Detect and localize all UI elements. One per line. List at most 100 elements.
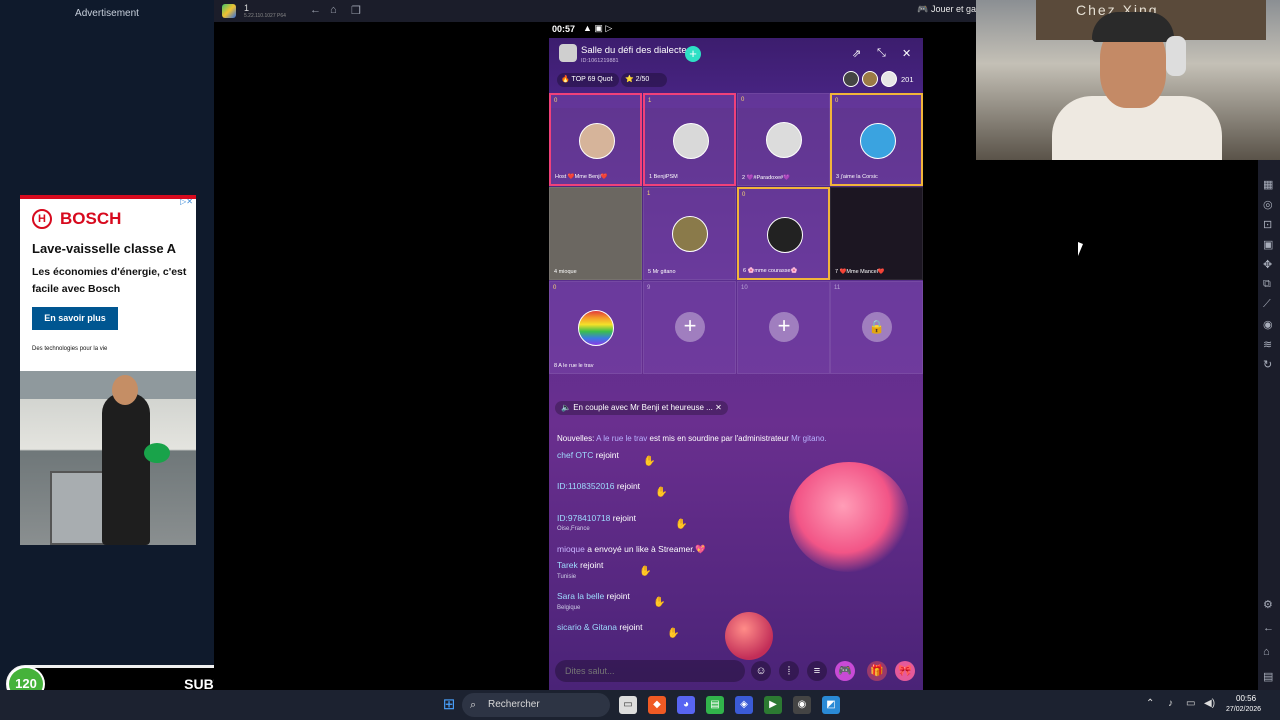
obs-icon[interactable]: ◉ (793, 696, 811, 714)
viewer-avatar[interactable] (843, 71, 859, 87)
microphone-icon[interactable]: ♪ (1168, 698, 1173, 709)
spreadsheet-icon[interactable]: ▤ (706, 696, 724, 714)
record-icon[interactable]: ◎ (1263, 198, 1273, 211)
seat-number: 11 (834, 285, 841, 291)
play-icon[interactable]: ▶ (764, 696, 782, 714)
seat[interactable]: 0 Host ❤️Mme Benji❤️ (549, 93, 642, 186)
layers-icon[interactable]: ≋ (1263, 338, 1272, 351)
play-and-earn-button[interactable]: 🎮 Jouer et ga (917, 4, 976, 15)
seat[interactable]: 0 3 j'aime la Corsic (830, 93, 923, 186)
game-icon[interactable]: 🎮 (835, 661, 855, 681)
search-icon: ⌕ (470, 699, 477, 711)
seat-avatar (578, 310, 614, 346)
seat[interactable]: 0 8 A le rue le trav (549, 281, 642, 374)
file-explorer-icon[interactable]: ▭ (619, 696, 637, 714)
phone-screen: 00:57 ▲ ▣ ▷ Salle du défi des dialectes … (549, 22, 923, 690)
home-icon[interactable]: ⌂ (330, 4, 337, 16)
seat-empty[interactable]: 10 + (737, 281, 830, 374)
ad-choices-icon[interactable]: ▷✕ (180, 197, 193, 206)
screenshot-icon[interactable]: ▦ (1263, 178, 1273, 191)
volume-icon[interactable]: ◀) (1204, 698, 1215, 709)
chat-user[interactable]: Tarek (557, 560, 578, 570)
fans-badge[interactable]: ⭐ 2/50 (621, 73, 667, 87)
wave-icon[interactable]: ✋ (655, 487, 667, 498)
box-icon[interactable]: 🎁 (867, 661, 887, 681)
clock-date[interactable]: 27/02/2026 (1226, 706, 1261, 713)
notice-user[interactable]: A le rue le trav (596, 434, 647, 443)
app-icon[interactable]: ◩ (822, 696, 840, 714)
join-seat-icon[interactable]: + (675, 312, 705, 342)
chat-user[interactable]: ID:978410718 (557, 513, 610, 523)
settings-icon[interactable]: ⚙ (1263, 598, 1273, 611)
seat[interactable]: 7 ❤️Mme Mancel❤️ (830, 187, 923, 280)
clock-time[interactable]: 00:56 (1236, 694, 1256, 703)
room-avatar[interactable] (559, 44, 577, 62)
viewer-avatar[interactable] (881, 71, 897, 87)
seat-locked[interactable]: 11 🔒 (830, 281, 923, 374)
chat-user[interactable]: ID:1108352016 (557, 481, 615, 491)
seat[interactable]: 0 2 💜#Paradoxe#💜 (737, 93, 830, 186)
menu-icon[interactable]: ≡ (807, 661, 827, 681)
sync-icon[interactable]: ↻ (1263, 358, 1272, 371)
gift-icon[interactable]: 🎀 (895, 661, 915, 681)
ad-photo-head (112, 375, 138, 405)
eco-icon[interactable]: ⟋ (1263, 298, 1271, 311)
seat[interactable]: 0 6 🌸mme courasse🌸 (737, 187, 830, 280)
seat-empty[interactable]: 9 + (643, 281, 736, 374)
follow-room-button[interactable]: + (685, 46, 701, 62)
android-recent-icon[interactable]: ▤ (1263, 670, 1273, 683)
join-seat-icon[interactable]: + (769, 312, 799, 342)
gallery-icon[interactable]: ▣ (1263, 238, 1273, 251)
emulator-taskbar-icon[interactable]: ◈ (735, 696, 753, 714)
taskbar-search[interactable]: ⌕ Rechercher (462, 693, 610, 717)
notice-admin[interactable]: Mr gitano. (791, 434, 827, 443)
close-icon[interactable]: ✕ (902, 47, 911, 60)
chat-user[interactable]: Sara la belle (557, 591, 604, 601)
minimize-icon[interactable]: ⤡ (877, 47, 886, 60)
rank-badge[interactable]: 🔥 TOP 69 Quot (557, 73, 619, 87)
windows-icon[interactable]: ❐ (351, 4, 361, 17)
android-home-icon[interactable]: ⌂ (1263, 646, 1270, 658)
seat-number: 0 (553, 285, 557, 291)
display-icon[interactable]: ▭ (1186, 698, 1195, 709)
seat[interactable]: 4 mioque (549, 187, 642, 280)
mic-icon[interactable]: ⦙ (779, 661, 799, 681)
location-icon[interactable]: ◉ (1263, 318, 1273, 331)
discord-icon[interactable]: ◕ (677, 696, 695, 714)
wave-icon[interactable]: ✋ (653, 597, 665, 608)
seat-name: 2 💜#Paradoxe#💜 (742, 175, 790, 181)
emoji-icon[interactable]: ☺ (751, 661, 771, 681)
taskbar-search-label: Rechercher (488, 699, 540, 710)
share-icon[interactable]: ⇗ (852, 47, 861, 60)
chat-input[interactable] (555, 660, 745, 682)
brave-icon[interactable]: ◆ (648, 696, 666, 714)
viewer-count[interactable]: 201 (901, 75, 914, 84)
wave-icon[interactable]: ✋ (639, 566, 651, 577)
chat-message: chef OTC rejoint (557, 450, 619, 460)
viewer-avatar[interactable] (862, 71, 878, 87)
copy-icon[interactable]: ⧉ (1263, 278, 1271, 291)
android-back-icon[interactable]: ← (1263, 622, 1274, 634)
seat[interactable]: 1 5 Mr gitano (643, 187, 736, 280)
chat-message: ID:1108352016 rejoint (557, 481, 640, 491)
wave-icon[interactable]: ✋ (667, 628, 679, 639)
chat-user[interactable]: mioque (557, 544, 585, 554)
back-icon[interactable]: ← (310, 4, 321, 16)
windows-start-icon[interactable]: ⊞ (440, 696, 458, 714)
wave-icon[interactable]: ✋ (643, 456, 655, 467)
seat-name: 5 Mr gitano (648, 269, 676, 275)
chat-user[interactable]: chef OTC (557, 450, 593, 460)
chat-message: sicario & Gitana rejoint (557, 622, 643, 632)
ad-card[interactable]: ▷✕ H BOSCH Lave-vaisselle classe A Les é… (20, 195, 196, 545)
taskbar: ⊞ ⌕ Rechercher ▭ ◆ ◕ ▤ ◈ ▶ ◉ ◩ ⌃ ♪ ▭ ◀) … (0, 690, 1280, 720)
controls-icon[interactable]: ✥ (1263, 258, 1272, 271)
ad-cta-button[interactable]: En savoir plus (32, 307, 118, 330)
wave-icon[interactable]: ✋ (675, 519, 687, 530)
seat[interactable]: 1 1 BenjiPSM (643, 93, 736, 186)
resize-icon[interactable]: ⊡ (1263, 218, 1272, 231)
tray-chevron-icon[interactable]: ⌃ (1146, 698, 1154, 709)
chat-user[interactable]: sicario & Gitana (557, 622, 617, 632)
close-pinned-icon[interactable]: ✕ (715, 403, 722, 412)
chat-text: rejoint (619, 622, 643, 632)
pinned-message[interactable]: 🔈 En couple avec Mr Benji et heureuse ..… (555, 401, 728, 415)
